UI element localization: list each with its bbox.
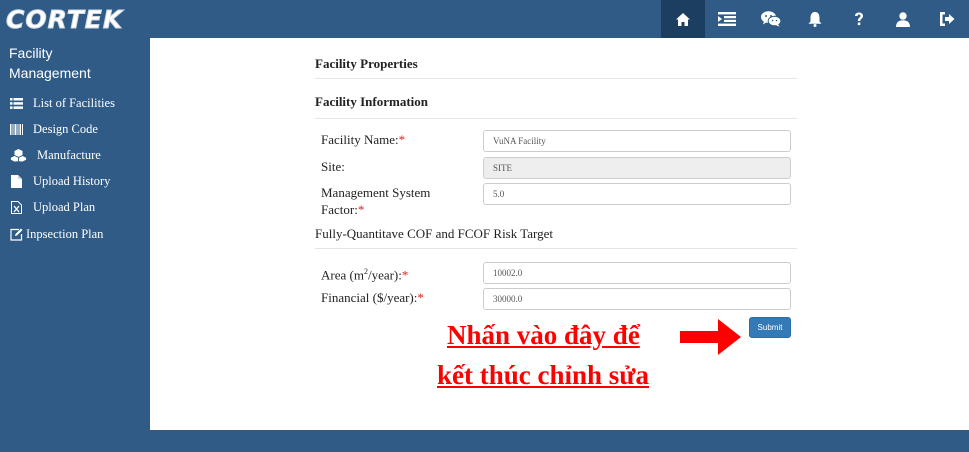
financial-input[interactable]: 30000.0 [483,288,791,310]
section-title-facility-information: Facility Information [315,94,429,109]
risk-target-title: Fully-Quantitave COF and FCOF Risk Targe… [315,226,554,241]
cortek-logo[interactable]: CORTEK [5,4,123,34]
divider [315,248,797,249]
sidebar-item-label: List of Facilities [33,95,115,110]
sidebar-item-label: Upload Plan [33,200,96,215]
barcode-icon [9,122,23,136]
excel-file-icon [9,201,23,215]
divider [315,118,797,119]
required-mark: * [401,267,409,283]
section-title-facility-properties: Facility Properties [315,56,418,71]
sidebar-item-label: Design Code [33,121,98,136]
indent-list-icon[interactable] [705,0,749,38]
annotation-line-1: Nhấn vào đây để [447,320,640,350]
submit-button[interactable]: Submit [749,317,791,338]
sidebar-item-list-of-facilities[interactable]: List of Facilities [0,90,150,116]
top-nav-icons [661,0,969,38]
sidebar-item-upload-history[interactable]: Upload History [0,169,150,195]
edit-icon [9,227,23,241]
home-icon[interactable] [661,0,705,38]
list-icon [9,96,23,110]
sign-out-icon[interactable] [925,0,969,38]
site-label: Site: [321,159,345,174]
area-input[interactable]: 10002.0 [483,262,791,284]
site-input: SITE [483,157,791,179]
required-mark: * [398,132,406,147]
sidebar-item-label: Inpsection Plan [26,226,104,241]
sidebar-title-line2: Management [9,65,91,81]
divider [315,78,797,79]
area-label: Area (m2/year):* [321,267,409,283]
facility-name-label: Facility Name:* [321,132,406,147]
wechat-icon[interactable] [749,0,793,38]
sidebar-item-label: Upload History [33,174,111,189]
sidebar-item-manufacture[interactable]: Manufacture [0,142,150,168]
bell-icon[interactable] [793,0,837,38]
management-system-factor-label: Management System Factor:* [321,185,431,217]
file-icon [9,175,23,189]
sidebar-item-design-code[interactable]: Design Code [0,116,150,142]
question-icon[interactable] [837,0,881,38]
sidebar-item-upload-plan[interactable]: Upload Plan [0,195,150,221]
user-icon[interactable] [881,0,925,38]
annotation-arrow-icon [680,318,742,361]
top-navbar: CORTEK [0,0,969,38]
sidebar-menu: List of Facilities Design Code Manufactu… [0,90,150,247]
required-mark: * [417,290,424,305]
sidebar-title: Facility Management [0,38,150,83]
sidebar-title-line1: Facility [9,45,53,61]
annotation-line-2: kết thúc chỉnh sửa [437,360,649,390]
sidebar-item-label: Manufacture [37,147,101,162]
cubes-icon [9,148,27,162]
sidebar-item-inspection-plan[interactable]: Inpsection Plan [0,221,150,247]
facility-name-input[interactable]: VuNA Facility [483,130,791,152]
financial-label: Financial ($/year):* [321,290,424,305]
sidebar: Facility Management List of Facilities D… [0,38,150,430]
required-mark: * [357,202,365,217]
footer-bar [0,430,969,452]
management-system-factor-input[interactable]: 5.0 [483,183,791,205]
